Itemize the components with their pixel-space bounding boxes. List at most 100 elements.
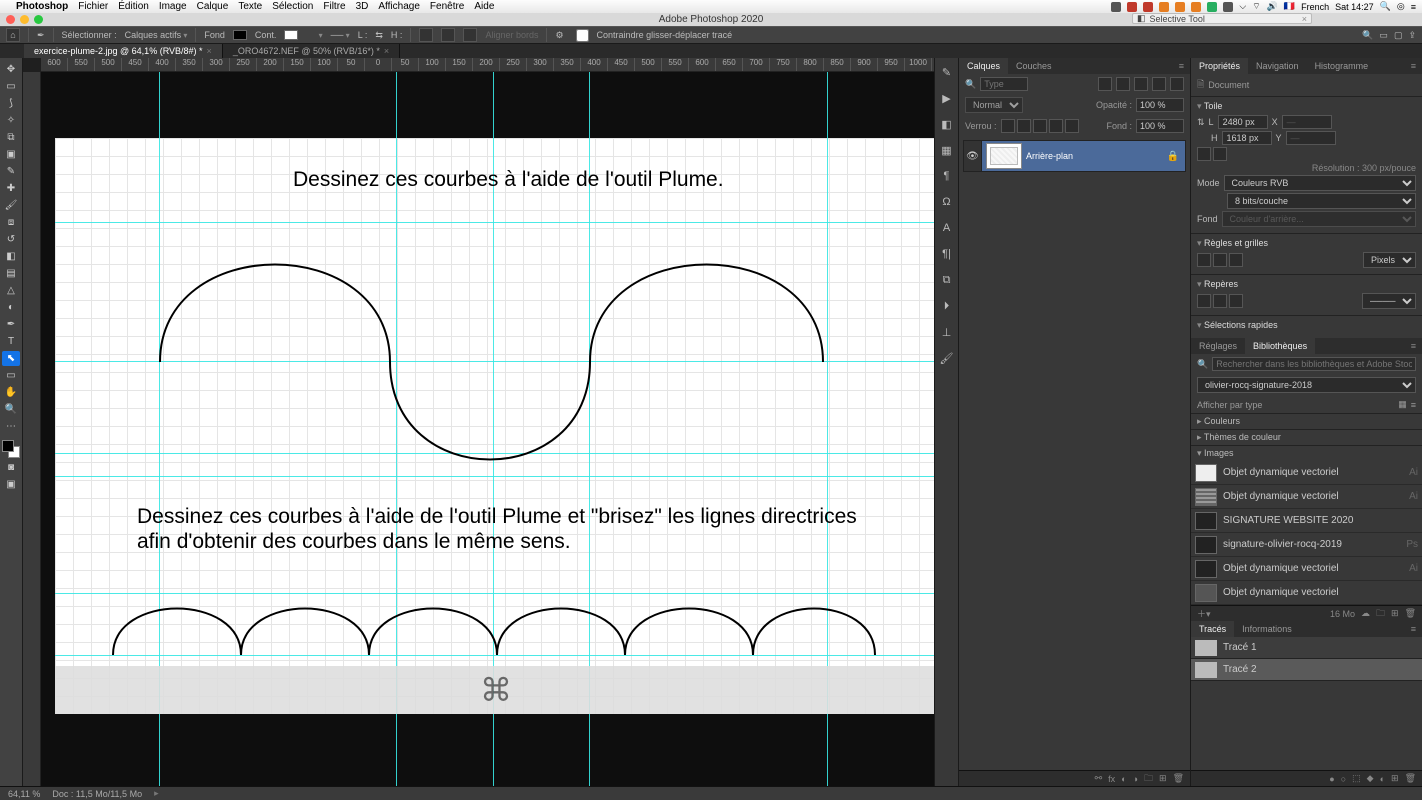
tab-info[interactable]: Informations	[1234, 621, 1300, 637]
bit-depth-dropdown[interactable]: 8 bits/couche	[1227, 193, 1416, 209]
screen-mode-tool[interactable]: ▣	[2, 477, 20, 492]
dodge-tool[interactable]: ◐	[2, 300, 20, 315]
link-icon[interactable]: ⇅	[1197, 117, 1205, 128]
brush-settings-icon[interactable]: ✎	[939, 64, 955, 80]
crop-tool[interactable]: ⧉	[2, 130, 20, 145]
filter-text-icon[interactable]	[1134, 77, 1148, 91]
shape-tool[interactable]: ▭	[2, 368, 20, 383]
cloud-sync-icon[interactable]: ☁	[1361, 608, 1370, 619]
tray-icon[interactable]	[1143, 2, 1153, 12]
library-item[interactable]: Objet dynamique vectoriel	[1191, 581, 1422, 605]
measurement-icon[interactable]: ⊥	[939, 324, 955, 340]
tray-icon[interactable]	[1127, 2, 1137, 12]
tray-icon[interactable]	[1175, 2, 1185, 12]
tab-paths[interactable]: Tracés	[1191, 621, 1234, 637]
zoom-tool[interactable]: 🔍	[2, 402, 20, 417]
search-icon[interactable]: 🔍	[965, 79, 976, 90]
pen-tool-icon[interactable]: ✒	[37, 30, 45, 41]
guide-btn[interactable]	[1197, 294, 1211, 308]
stroke-swatch[interactable]	[284, 30, 298, 40]
tray-icon[interactable]	[1111, 2, 1121, 12]
filter-pixel-icon[interactable]	[1098, 77, 1112, 91]
menu-layer[interactable]: Calque	[197, 1, 229, 12]
canvas-stage[interactable]: Dessinez ces courbes à l'aide de l'outil…	[41, 72, 934, 786]
stroke-width-dropdown[interactable]	[306, 30, 322, 40]
window-zoom-button[interactable]	[34, 15, 43, 24]
library-item[interactable]: Objet dynamique vectorielAi	[1191, 461, 1422, 485]
type-tool[interactable]: T	[2, 334, 20, 349]
section-quick-selections[interactable]: Sélections rapides	[1197, 320, 1416, 331]
bg-fill-dropdown[interactable]: Couleur d'arrière...	[1222, 211, 1416, 227]
opacity-value[interactable]: 100 %	[1136, 98, 1184, 112]
section-canvas[interactable]: Toile	[1197, 101, 1416, 112]
brush-tool[interactable]: 🖌	[2, 198, 20, 213]
stamp-tool[interactable]: ⧈	[2, 215, 20, 230]
group-icon[interactable]: 🗀	[1144, 771, 1153, 787]
eyedropper-tool[interactable]: ✎	[2, 164, 20, 179]
siri-icon[interactable]: ◎	[1397, 1, 1405, 12]
gradient-tool[interactable]: ▤	[2, 266, 20, 281]
foreground-color-well[interactable]	[2, 440, 14, 452]
actions-icon[interactable]: ▶	[939, 90, 955, 106]
fill-value[interactable]: 100 %	[1136, 119, 1184, 133]
arrange-button[interactable]	[463, 28, 477, 42]
spotlight-icon[interactable]: 🔍	[1380, 1, 1391, 12]
grid-btn[interactable]	[1213, 253, 1227, 267]
healing-tool[interactable]: ✚	[2, 181, 20, 196]
grid-view-icon[interactable]: ▦	[1398, 399, 1407, 410]
gear-icon[interactable]: ⚙	[555, 30, 563, 41]
link-icon[interactable]: ⇆	[375, 30, 383, 41]
link-layers-icon[interactable]: ⚯	[1095, 773, 1103, 784]
window-close-button[interactable]	[6, 15, 15, 24]
orientation-landscape-button[interactable]	[1213, 147, 1227, 161]
bluetooth-icon[interactable]: ⌵	[1239, 1, 1246, 12]
lock-artboard-button[interactable]	[1049, 119, 1063, 133]
new-layer-icon[interactable]: ⊞	[1159, 773, 1167, 784]
tray-icon[interactable]	[1207, 2, 1217, 12]
clone-source-icon[interactable]: ⧉	[939, 272, 955, 288]
clock[interactable]: Sat 14:27	[1335, 2, 1374, 12]
section-rulers[interactable]: Règles et grilles	[1197, 238, 1416, 249]
menu-filter[interactable]: Filtre	[323, 1, 345, 12]
add-button[interactable]: ＋▾	[1197, 607, 1211, 620]
orientation-portrait-button[interactable]	[1197, 147, 1211, 161]
filter-smart-icon[interactable]	[1170, 77, 1184, 91]
close-tab-icon[interactable]: ×	[207, 46, 212, 56]
path-row[interactable]: Tracé 1	[1191, 637, 1422, 659]
quick-mask-tool[interactable]: ◙	[2, 460, 20, 475]
wifi-icon[interactable]: ⌔	[1252, 1, 1260, 12]
delete-icon[interactable]: 🗑	[1173, 773, 1184, 784]
path-select-tool[interactable]: ⬉	[2, 351, 20, 366]
lock-icon[interactable]: 🔒	[1161, 151, 1185, 162]
menu-file[interactable]: Fichier	[78, 1, 108, 12]
paragraph-icon[interactable]: ¶	[939, 168, 955, 184]
menu-window[interactable]: Fenêtre	[430, 1, 464, 12]
screen-mode-icon[interactable]: ▢	[1394, 30, 1403, 41]
panel-menu-icon[interactable]: ≡	[1405, 61, 1422, 71]
path-row[interactable]: Tracé 2	[1191, 659, 1422, 681]
path-ops-button[interactable]	[419, 28, 433, 42]
constrain-checkbox[interactable]	[576, 29, 589, 42]
history-brush-tool[interactable]: ↺	[2, 232, 20, 247]
input-lang[interactable]: French	[1301, 2, 1329, 12]
swatches-icon[interactable]: ▦	[939, 142, 955, 158]
new-path-icon[interactable]: ⊞	[1391, 773, 1399, 784]
paragraph-styles-icon[interactable]: ¶|	[939, 246, 955, 262]
library-item[interactable]: Objet dynamique vectorielAi	[1191, 557, 1422, 581]
layer-thumbnail[interactable]	[986, 143, 1022, 169]
stroke-style-dropdown[interactable]: ──	[331, 30, 350, 40]
menu-text[interactable]: Texte	[238, 1, 262, 12]
guides-btn[interactable]	[1229, 253, 1243, 267]
ruler-btn[interactable]	[1197, 253, 1211, 267]
library-item[interactable]: SIGNATURE WEBSITE 2020	[1191, 509, 1422, 533]
list-view-icon[interactable]: ≡	[1411, 400, 1416, 410]
tab-channels[interactable]: Couches	[1008, 58, 1060, 74]
mask-icon[interactable]: ◐	[1380, 774, 1385, 784]
vertical-ruler[interactable]	[23, 72, 41, 786]
document-tab[interactable]: exercice-plume-2.jpg @ 64,1% (RVB/8#) *×	[24, 44, 223, 58]
adjustment-icon[interactable]: ◑	[1133, 774, 1138, 784]
panel-close-icon[interactable]: ×	[1302, 14, 1307, 24]
styles-icon[interactable]: ◧	[939, 116, 955, 132]
marquee-tool[interactable]: ▭	[2, 79, 20, 94]
selective-tool-floating-panel[interactable]: ◧ Selective Tool ×	[1132, 13, 1312, 24]
